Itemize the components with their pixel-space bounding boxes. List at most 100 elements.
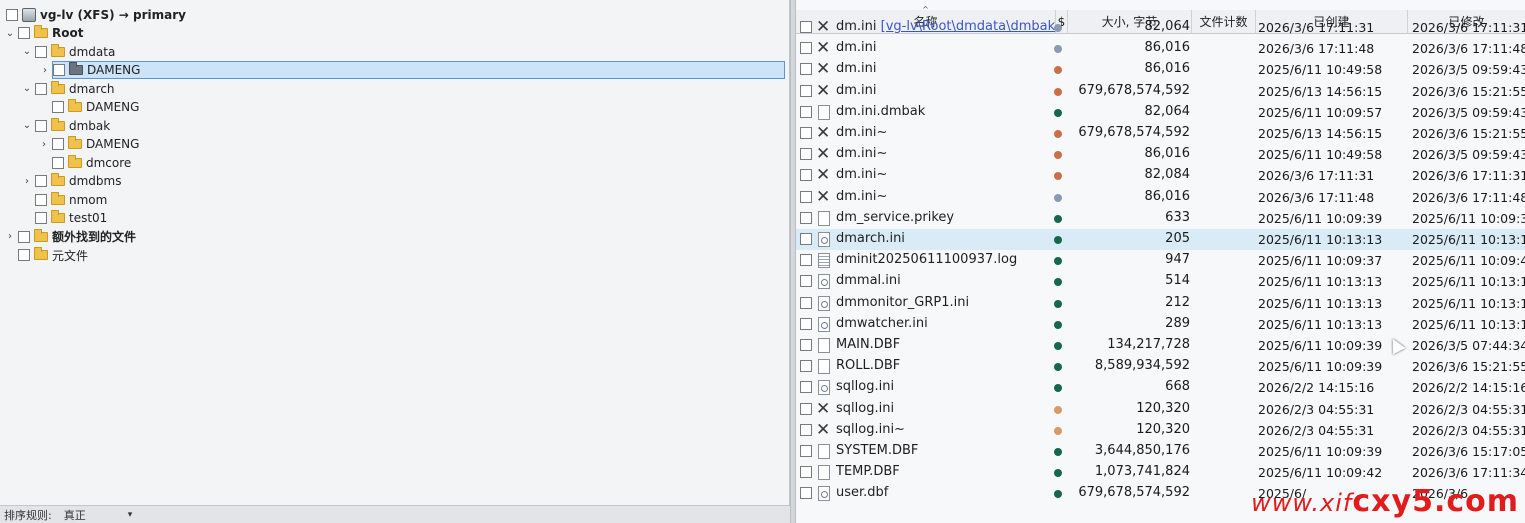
file-row[interactable]: TEMP.DBF 1,073,741,824 2025/6/11 10:09:42 2… [796, 462, 1525, 483]
file-checkbox[interactable] [800, 169, 812, 182]
tree-checkbox[interactable] [18, 249, 30, 261]
file-row[interactable]: ✕ dm.ini~ 86,016 2026/3/6 17:11:48 2026/3/6 … [796, 187, 1525, 208]
file-row[interactable]: dm.ini.dmbak 82,064 2025/6/11 10:09:57 2026… [796, 102, 1525, 123]
file-checkbox[interactable] [800, 254, 812, 267]
file-created: 2026/3/6 17:11:31 [1258, 20, 1375, 35]
file-checkbox[interactable] [800, 466, 812, 479]
tree-item-label: 额外找到的文件 [52, 230, 137, 244]
file-checkbox[interactable] [800, 211, 812, 224]
tree-expander-icon[interactable]: › [4, 231, 16, 242]
file-row[interactable]: ROLL.DBF 8,589,934,592 2025/6/11 10:09:39 2… [796, 356, 1525, 377]
tree-checkbox[interactable] [52, 156, 64, 169]
tree-item-label: Root [52, 26, 84, 40]
tree-expander-icon[interactable]: ⌄ [21, 120, 33, 131]
file-row[interactable]: dminit20250611100937.log 947 2025/6/11 10:… [796, 250, 1525, 271]
file-checkbox[interactable] [800, 63, 812, 76]
file-checkbox[interactable] [800, 381, 812, 394]
file-row[interactable]: sqllog.ini 668 2026/2/2 14:15:16 2026/2/2 1… [796, 377, 1525, 398]
file-checkbox[interactable] [800, 21, 812, 33]
tree-checkbox[interactable] [52, 101, 64, 113]
file-checkbox[interactable] [800, 84, 812, 97]
file-row[interactable]: dm_service.prikey 633 2025/6/11 10:09:39 20… [796, 208, 1525, 229]
config-file-icon [818, 232, 830, 247]
file-row[interactable]: ✕ dm.ini [vg-lv\Root\dmdata\dmbak 82,064 20… [796, 17, 1525, 38]
chevron-down-icon[interactable]: ▾ [128, 510, 133, 520]
file-checkbox[interactable] [800, 105, 812, 118]
tree-expander-icon[interactable]: › [21, 176, 33, 187]
tree-checkbox[interactable] [35, 212, 47, 224]
tree-item[interactable]: ⌄ dmdata [21, 43, 115, 61]
tree-expander-icon[interactable]: ⌄ [21, 83, 33, 94]
tree-item[interactable]: ⌄ dmarch [21, 80, 115, 98]
file-size: 86,016 [1144, 146, 1191, 162]
file-checkbox[interactable] [800, 275, 812, 288]
tree-expander-icon[interactable]: ⌄ [4, 28, 16, 39]
tree-expander-icon[interactable]: › [38, 139, 50, 150]
file-name: MAIN.DBF [836, 337, 901, 352]
tree-item[interactable]: › DAMENG [38, 135, 139, 153]
file-row[interactable]: ✕ dm.ini 86,016 2025/6/11 10:49:58 2026/3/5 … [796, 59, 1525, 80]
file-size: 134,217,728 [1107, 337, 1190, 352]
file-row[interactable]: ✕ sqllog.ini 120,320 2026/2/3 04:55:31 2026/… [796, 399, 1525, 420]
file-row[interactable]: dmarch.ini 205 2025/6/11 10:13:13 2025/6/11… [796, 229, 1525, 250]
file-checkbox[interactable] [800, 148, 812, 161]
tree-checkbox[interactable] [53, 64, 65, 76]
tree-item[interactable]: › DAMENG [43, 61, 785, 79]
tree-item[interactable]: › dmdbms [21, 172, 121, 190]
file-row[interactable]: ✕ dm.ini~ 679,678,574,592 2025/6/13 14:56:1… [796, 123, 1525, 144]
tree-expander-icon[interactable]: ⌄ [21, 46, 33, 57]
tree-item[interactable]: dmcore [38, 154, 131, 172]
file-row[interactable]: dmmonitor_GRP1.ini 212 2025/6/11 10:13:13 2… [796, 293, 1525, 314]
document-icon [818, 465, 830, 481]
file-row[interactable]: ✕ sqllog.ini~ 120,320 2026/2/3 04:55:31 2026… [796, 420, 1525, 441]
tree-checkbox[interactable] [35, 193, 47, 206]
file-created: 2025/6/13 14:56:15 [1258, 83, 1383, 99]
tree-item[interactable]: nmom [21, 191, 107, 209]
file-row[interactable]: ✕ dm.ini~ 82,084 2026/3/6 17:11:31 2026/3/6 … [796, 165, 1525, 186]
file-checkbox[interactable] [800, 423, 812, 436]
tree-item[interactable]: ⌄ dmbak [21, 117, 110, 135]
sort-order-value[interactable]: 真正 [64, 507, 86, 523]
file-checkbox[interactable] [800, 487, 812, 500]
file-checkbox[interactable] [800, 402, 812, 415]
tree-item[interactable]: › 额外找到的文件 [4, 228, 136, 246]
file-checkbox[interactable] [800, 42, 812, 55]
tree-checkbox[interactable] [18, 230, 30, 243]
file-row[interactable]: dmmal.ini 514 2025/6/11 10:13:13 2025/6/11 … [796, 271, 1525, 292]
file-checkbox[interactable] [800, 190, 812, 203]
file-row[interactable]: ✕ dm.ini~ 86,016 2025/6/11 10:49:58 2026/3/5… [796, 144, 1525, 165]
folder-tree-panel[interactable]: vg-lv (XFS) → primary ⌄ Root ⌄ dmdata › DAMEN… [0, 0, 790, 505]
file-row[interactable]: ✕ dm.ini 679,678,574,592 2025/6/13 14:56:15… [796, 81, 1525, 102]
tree-item[interactable]: ⌄ Root [4, 24, 83, 42]
tree-checkbox[interactable] [35, 45, 47, 58]
tree-checkbox[interactable] [35, 175, 47, 187]
file-row[interactable]: dmwatcher.ini 289 2025/6/11 10:13:13 2025/6… [796, 314, 1525, 335]
file-list-panel[interactable]: ^ 名称 $ 大小, 字节 文件计数 已创建 已修改 ✕ dm.ini [vg-l… [796, 0, 1525, 523]
file-checkbox[interactable] [800, 233, 812, 245]
tree-checkbox[interactable] [35, 119, 47, 132]
tree-item[interactable]: 元文件 [4, 246, 88, 264]
file-checkbox[interactable] [800, 339, 812, 351]
tree-item[interactable]: DAMENG [38, 98, 139, 116]
sort-order-label: 排序规则: [4, 508, 52, 522]
tree-item[interactable]: test01 [21, 209, 107, 227]
tree-checkbox[interactable] [52, 138, 64, 150]
file-checkbox[interactable] [800, 360, 812, 373]
tree-checkbox[interactable] [18, 27, 30, 39]
file-checkbox[interactable] [800, 317, 812, 330]
file-path-link[interactable]: [vg-lv\Root\dmdata\dmbak [881, 19, 1055, 34]
tree-item-label: nmom [69, 192, 108, 207]
tree-root-volume[interactable]: vg-lv (XFS) → primary [4, 6, 186, 24]
file-row[interactable]: SYSTEM.DBF 3,644,850,176 2025/6/11 10:09:3… [796, 441, 1525, 462]
file-row[interactable]: ✕ dm.ini 86,016 2026/3/6 17:11:48 2026/3/6 1… [796, 38, 1525, 59]
file-modified: 2026/3/6 15:21:55 [1412, 83, 1525, 99]
tree-checkbox[interactable] [6, 9, 18, 21]
file-row[interactable]: MAIN.DBF 134,217,728 2025/6/11 10:09:39 202… [796, 335, 1525, 356]
config-file-icon [818, 316, 830, 332]
file-checkbox[interactable] [800, 127, 812, 139]
tree-expander-icon[interactable]: › [39, 65, 51, 76]
file-checkbox[interactable] [800, 445, 812, 457]
tree-checkbox[interactable] [35, 82, 47, 95]
file-checkbox[interactable] [800, 296, 812, 309]
file-created: 2025/6/11 10:49:58 [1258, 62, 1383, 78]
